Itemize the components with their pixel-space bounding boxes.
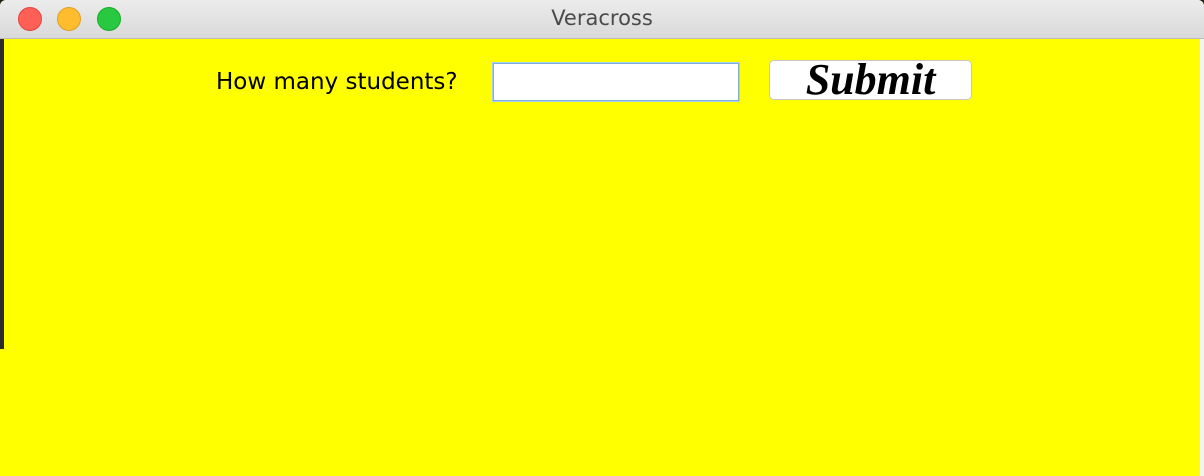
title-bar[interactable]: Veracross <box>0 0 1204 39</box>
left-window-edge <box>0 39 4 349</box>
students-count-input[interactable] <box>493 63 739 101</box>
app-window: Veracross How many students? Submit <box>0 0 1204 476</box>
window-title: Veracross <box>551 6 653 30</box>
submit-button[interactable]: Submit <box>769 60 972 100</box>
students-count-label: How many students? <box>216 69 458 95</box>
right-window-edge <box>1200 39 1204 476</box>
main-panel <box>4 39 1200 476</box>
